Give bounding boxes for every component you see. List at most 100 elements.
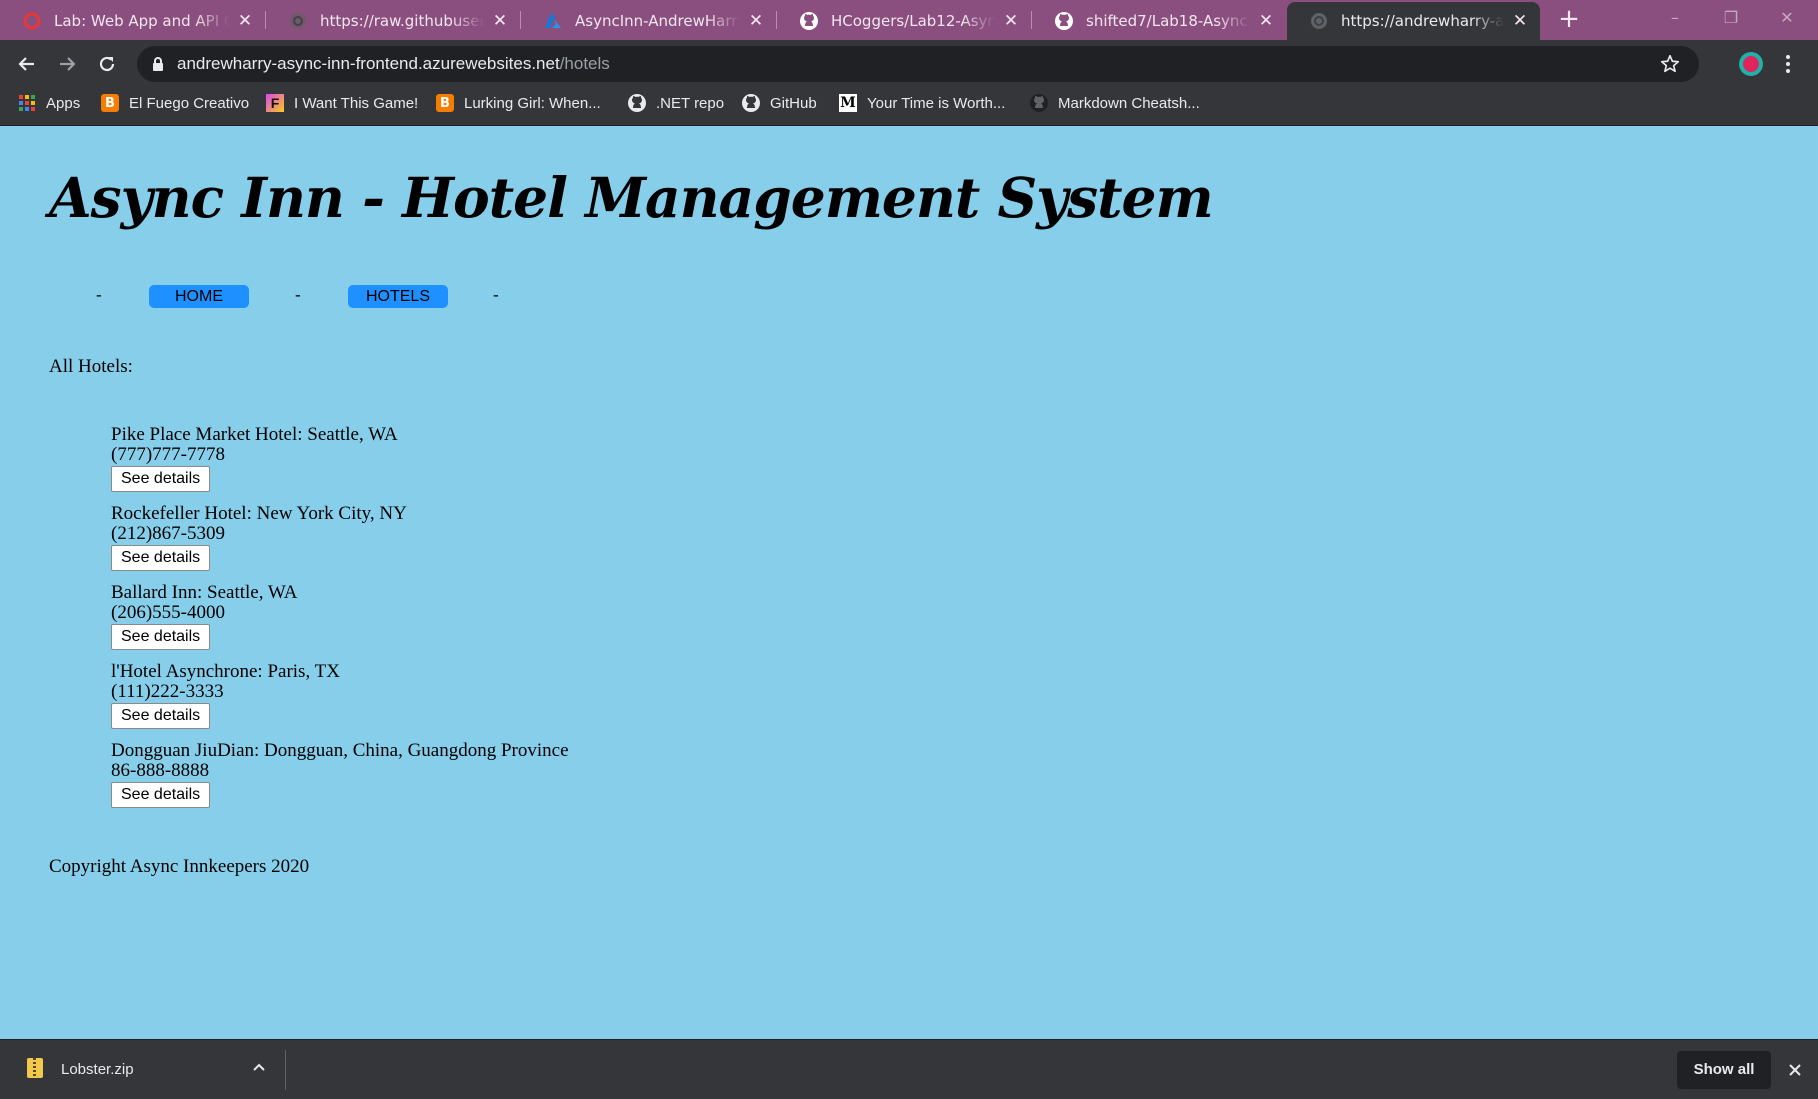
bookmark-label: Markdown Cheatsh... [1058, 94, 1200, 112]
hotel-name-location: l'Hotel Asynchrone: Paris, TX [111, 661, 340, 682]
tab-title: https://andrewharry-async-inn-frontend [1341, 12, 1504, 30]
chevron-up-icon[interactable] [247, 1056, 271, 1080]
close-icon[interactable]: ✕ [1512, 11, 1528, 31]
close-icon[interactable]: ✕ [1258, 11, 1274, 31]
maximize-button[interactable]: ❐ [1706, 4, 1756, 32]
close-icon[interactable]: ✕ [748, 11, 764, 31]
globe-icon [288, 11, 308, 31]
nav-home-link[interactable]: HOME [149, 285, 249, 308]
github-icon [627, 93, 647, 113]
hotel-list: Pike Place Market Hotel: Seattle, WA (77… [111, 425, 811, 820]
github-icon [741, 93, 761, 113]
tab-strip: Lab: Web App and API Call ✕ https://raw.… [0, 0, 1818, 40]
bookmark-lurking-girl[interactable]: B Lurking Girl: When... [435, 87, 601, 119]
section-label: All Hotels: [49, 356, 133, 377]
see-details-button[interactable]: See details [111, 624, 211, 650]
hotel-phone: 86-888-8888 [111, 760, 210, 781]
bookmark-label: .NET repo [656, 94, 725, 112]
lock-icon[interactable] [151, 56, 165, 76]
nav-hotels-link[interactable]: HOTELS [348, 285, 448, 308]
minimize-button[interactable]: – [1650, 4, 1700, 32]
hotel-item: Ballard Inn: Seattle, WA (206)555-4000 S… [111, 583, 811, 662]
bookmark-label: Apps [46, 94, 81, 112]
bookmark-label: Your Time is Worth... [867, 94, 1006, 112]
see-details-button[interactable]: See details [111, 782, 211, 808]
hotel-phone: (212)867-5309 [111, 523, 225, 544]
nav-separator: - [96, 285, 102, 304]
bookmark-dotnet-repo[interactable]: .NET repo [627, 87, 724, 119]
new-tab-button[interactable]: + [1555, 6, 1583, 34]
zip-file-icon[interactable] [27, 1058, 43, 1078]
nav-separator: - [493, 285, 499, 304]
bookmark-i-want-this-game[interactable]: F I Want This Game! [265, 87, 418, 119]
tab-hcoggers-lab12[interactable]: HCoggers/Lab12-Async-Inn ✕ [777, 2, 1031, 40]
back-button[interactable] [11, 48, 43, 80]
reload-icon [99, 56, 115, 72]
hotel-item: Dongguan JiuDian: Dongguan, China, Guang… [111, 741, 811, 820]
bookmark-label: I Want This Game! [294, 94, 419, 112]
github-icon [799, 11, 819, 31]
tab-shifted7-lab18[interactable]: shifted7/Lab18-Async-Inn- ✕ [1032, 2, 1286, 40]
github-icon [1054, 11, 1074, 31]
tab-async-inn-frontend[interactable]: https://andrewharry-async-inn-frontend ✕ [1287, 2, 1540, 40]
tab-title: Lab: Web App and API Call [54, 12, 229, 30]
hotel-item: Pike Place Market Hotel: Seattle, WA (77… [111, 425, 811, 504]
address-bar[interactable]: andrewharry-async-inn-frontend.azurewebs… [137, 46, 1699, 82]
close-icon[interactable]: ✕ [237, 11, 253, 31]
hotel-phone: (777)777-7778 [111, 444, 225, 465]
globe-icon [1309, 11, 1329, 31]
tab-lab-web-app[interactable]: Lab: Web App and API Call ✕ [0, 2, 265, 40]
tab-title: HCoggers/Lab12-Async-Inn [831, 12, 995, 30]
show-all-button[interactable]: Show all [1677, 1051, 1771, 1089]
colorful-f-icon: F [265, 93, 285, 113]
window-close-button[interactable]: ✕ [1762, 4, 1812, 32]
see-details-button[interactable]: See details [111, 703, 211, 729]
bookmark-label: GitHub [770, 94, 817, 112]
url-host: andrewharry-async-inn-frontend.azurewebs… [177, 54, 560, 73]
download-shelf: Lobster.zip Show all [0, 1039, 1818, 1099]
hotel-item: Rockefeller Hotel: New York City, NY (21… [111, 504, 811, 583]
close-icon[interactable] [1783, 1058, 1807, 1082]
close-icon[interactable]: ✕ [492, 11, 508, 31]
page-footer: Copyright Async Innkeepers 2020 [49, 856, 310, 877]
bookmark-el-fuego-creativo[interactable]: B El Fuego Creativo [100, 87, 249, 119]
avatar-inner [1743, 56, 1759, 72]
bookmark-your-time-is-worth[interactable]: M Your Time is Worth... [838, 87, 1005, 119]
shelf-divider [285, 1050, 286, 1090]
tab-asyncinn-api[interactable]: AsyncInn-AndrewHarry-API ✕ [521, 2, 776, 40]
see-details-button[interactable]: See details [111, 466, 211, 492]
forward-button[interactable] [51, 48, 83, 80]
reload-button[interactable] [91, 48, 123, 80]
hotel-name-location: Rockefeller Hotel: New York City, NY [111, 503, 407, 524]
back-arrow-icon [18, 57, 34, 71]
tab-raw-githubusercontent[interactable]: https://raw.githubusercontent.com ✕ [266, 2, 520, 40]
forward-arrow-icon [60, 57, 76, 71]
bookmark-label: Lurking Girl: When... [464, 94, 601, 112]
bookmark-star-icon[interactable] [1659, 53, 1681, 79]
hotel-name-location: Ballard Inn: Seattle, WA [111, 582, 298, 603]
browser-menu-icon[interactable] [1782, 52, 1794, 76]
bookmark-label: El Fuego Creativo [129, 94, 250, 112]
bookmark-github[interactable]: GitHub [741, 87, 817, 119]
blogger-icon: B [100, 93, 120, 113]
profile-avatar[interactable] [1739, 52, 1763, 76]
bookmarks-bar: Apps B El Fuego Creativo F I Want This G… [0, 87, 1818, 126]
blogger-icon: B [435, 93, 455, 113]
browser-toolbar: andrewharry-async-inn-frontend.azurewebs… [0, 40, 1818, 87]
hotel-name-location: Dongguan JiuDian: Dongguan, China, Guang… [111, 740, 569, 761]
tab-title: AsyncInn-AndrewHarry-API [575, 12, 740, 30]
apps-grid-icon [17, 93, 37, 113]
hotel-phone: (111)222-3333 [111, 681, 224, 702]
see-details-button[interactable]: See details [111, 545, 211, 571]
github-icon [1029, 93, 1049, 113]
url-path: /hotels [559, 54, 610, 73]
bookmark-markdown-cheatsheet[interactable]: Markdown Cheatsh... [1029, 87, 1200, 119]
bookmark-apps[interactable]: Apps [17, 87, 80, 119]
medium-icon: M [839, 94, 857, 112]
hotel-item: l'Hotel Asynchrone: Paris, TX (111)222-3… [111, 662, 811, 741]
url-text[interactable]: andrewharry-async-inn-frontend.azurewebs… [177, 46, 610, 82]
close-icon[interactable]: ✕ [1003, 11, 1019, 31]
red-circle-icon [22, 11, 42, 31]
download-filename[interactable]: Lobster.zip [61, 1040, 134, 1099]
hotel-phone: (206)555-4000 [111, 602, 225, 623]
